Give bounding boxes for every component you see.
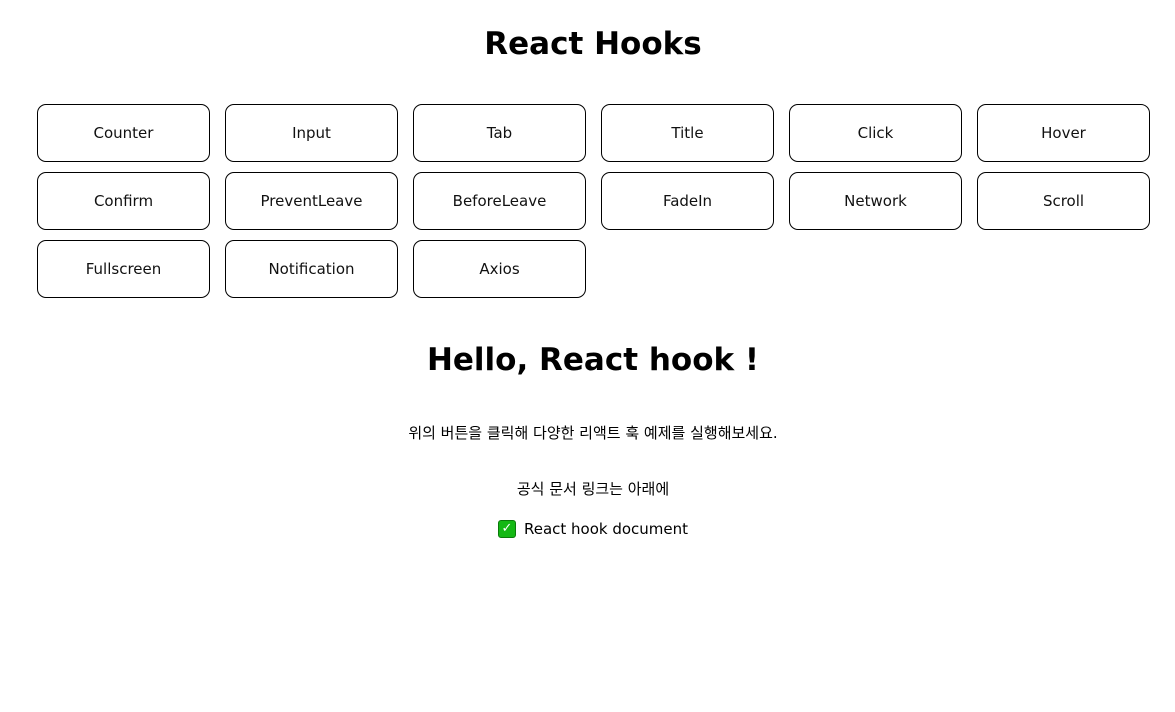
hook-button-tab[interactable]: Tab xyxy=(413,104,586,162)
hook-button-grid: Counter Input Tab Title Click Hover Conf… xyxy=(37,104,1150,298)
hook-button-input[interactable]: Input xyxy=(225,104,398,162)
hook-button-click[interactable]: Click xyxy=(789,104,962,162)
app-page: React Hooks Counter Input Tab Title Clic… xyxy=(0,0,1175,712)
hook-button-scroll[interactable]: Scroll xyxy=(977,172,1150,230)
hook-button-confirm[interactable]: Confirm xyxy=(37,172,210,230)
hook-button-title[interactable]: Title xyxy=(601,104,774,162)
main-heading: Hello, React hook ! xyxy=(426,342,760,378)
hook-button-before-leave[interactable]: BeforeLeave xyxy=(413,172,586,230)
link-intro-text: 공식 문서 링크는 아래에 xyxy=(516,480,670,498)
hook-button-axios[interactable]: Axios xyxy=(413,240,586,298)
main-description: 위의 버튼을 클릭해 다양한 리액트 훅 예제를 실행해보세요. xyxy=(408,424,778,442)
react-hook-document-link[interactable]: ✓ React hook document xyxy=(0,518,1175,540)
app-title: React Hooks xyxy=(484,26,702,62)
hook-button-counter[interactable]: Counter xyxy=(37,104,210,162)
hook-button-notification[interactable]: Notification xyxy=(225,240,398,298)
hook-button-hover[interactable]: Hover xyxy=(977,104,1150,162)
hook-button-fullscreen[interactable]: Fullscreen xyxy=(37,240,210,298)
hook-button-network[interactable]: Network xyxy=(789,172,962,230)
doc-link-label: React hook document xyxy=(523,520,689,538)
hook-button-prevent-leave[interactable]: PreventLeave xyxy=(225,172,398,230)
hook-button-fade-in[interactable]: FadeIn xyxy=(601,172,774,230)
check-icon: ✓ xyxy=(497,520,516,538)
